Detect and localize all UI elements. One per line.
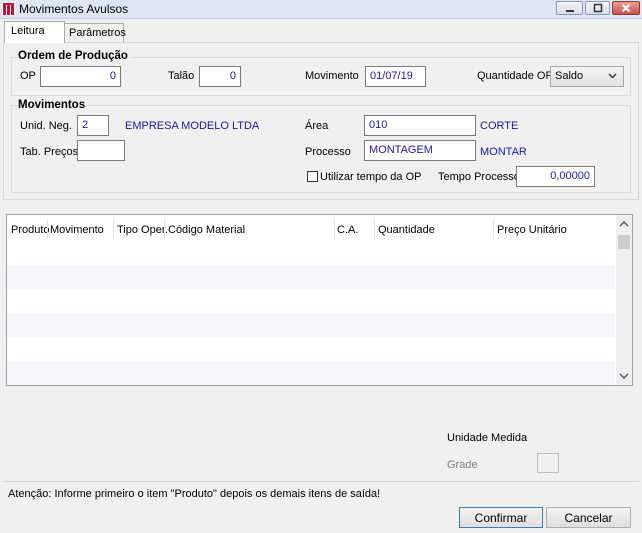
- minimize-button[interactable]: [556, 1, 583, 15]
- area-description: CORTE: [480, 120, 519, 132]
- table-row[interactable]: [7, 313, 615, 337]
- grid-header: Produto Movimento Tipo Oper. Código Mate…: [7, 215, 615, 241]
- column-header-movimento[interactable]: Movimento: [50, 224, 104, 236]
- op-field[interactable]: 0: [40, 66, 121, 87]
- table-row[interactable]: [7, 241, 615, 265]
- op-label: OP: [20, 70, 36, 82]
- table-row[interactable]: [7, 337, 615, 361]
- area-field[interactable]: 010: [364, 115, 476, 136]
- chevron-up-icon[interactable]: [619, 220, 629, 227]
- confirm-button[interactable]: Confirmar: [459, 507, 543, 528]
- tab-parametros-label: Parâmetros: [69, 27, 126, 39]
- cancel-button[interactable]: Cancelar: [546, 507, 631, 528]
- window-title: Movimentos Avulsos: [19, 2, 129, 16]
- quantidade-op-label: Quantidade OP: [477, 70, 553, 82]
- cancel-button-label: Cancelar: [564, 511, 613, 525]
- processo-field[interactable]: MONTAGEM: [364, 140, 476, 161]
- talao-field[interactable]: 0: [199, 66, 241, 87]
- chevron-down-icon[interactable]: [619, 373, 629, 380]
- column-header-tipo-oper[interactable]: Tipo Oper.: [117, 224, 168, 236]
- movimentos-title: Movimentos: [18, 99, 88, 111]
- area-label: Área: [305, 120, 329, 132]
- movimento-label: Movimento: [305, 70, 359, 82]
- close-button[interactable]: [612, 1, 640, 15]
- confirm-button-label: Confirmar: [474, 511, 528, 525]
- utilizar-tempo-checkbox[interactable]: [307, 171, 318, 182]
- processo-label: Processo: [305, 146, 351, 158]
- column-header-ca[interactable]: C.A.: [337, 224, 358, 236]
- column-header-produto[interactable]: Produto: [11, 224, 50, 236]
- quantidade-op-select[interactable]: Saldo: [550, 66, 624, 87]
- scrollbar-thumb[interactable]: [618, 235, 630, 249]
- processo-description: MONTAR: [480, 146, 527, 158]
- tab-precos-label: Tab. Preços: [20, 146, 79, 158]
- status-message: Atenção: Informe primeiro o item "Produt…: [8, 488, 381, 500]
- table-row[interactable]: [7, 265, 615, 289]
- unid-neg-field[interactable]: 2: [77, 115, 109, 136]
- unid-neg-label: Unid. Neg.: [20, 120, 72, 132]
- tab-leitura[interactable]: Leitura: [4, 21, 65, 43]
- tab-leitura-label: Leitura: [11, 25, 45, 37]
- grade-field[interactable]: [537, 453, 559, 473]
- ordem-producao-title: Ordem de Produção: [18, 50, 130, 62]
- column-header-preco-unitario[interactable]: Preço Unitário: [497, 224, 567, 236]
- chevron-down-icon: [608, 73, 617, 79]
- grade-label: Grade: [447, 459, 478, 471]
- tempo-processo-label: Tempo Processo: [438, 171, 520, 183]
- unidade-medida-label: Unidade Medida: [447, 432, 528, 444]
- close-icon: [621, 3, 631, 13]
- items-grid[interactable]: Produto Movimento Tipo Oper. Código Mate…: [6, 214, 633, 386]
- talao-label: Talão: [168, 70, 195, 82]
- minimize-icon: [565, 10, 574, 12]
- maximize-button[interactable]: [585, 1, 610, 15]
- tempo-processo-field[interactable]: 0,00000: [516, 166, 595, 187]
- movimento-date-field[interactable]: 01/07/19: [365, 66, 426, 87]
- tab-precos-field[interactable]: [77, 140, 125, 161]
- column-header-quantidade[interactable]: Quantidade: [378, 224, 435, 236]
- app-logo-icon: [2, 2, 16, 16]
- column-header-codigo-material[interactable]: Código Material: [168, 224, 245, 236]
- vertical-scrollbar[interactable]: [616, 215, 632, 385]
- utilizar-tempo-label: Utilizar tempo da OP: [320, 171, 422, 183]
- tab-parametros[interactable]: Parâmetros: [64, 23, 126, 42]
- maximize-icon: [593, 3, 602, 13]
- unid-neg-description: EMPRESA MODELO LTDA: [125, 120, 260, 132]
- status-divider: [3, 481, 639, 482]
- table-row[interactable]: [7, 361, 615, 385]
- quantidade-op-value: Saldo: [555, 70, 584, 82]
- table-row[interactable]: [7, 289, 615, 313]
